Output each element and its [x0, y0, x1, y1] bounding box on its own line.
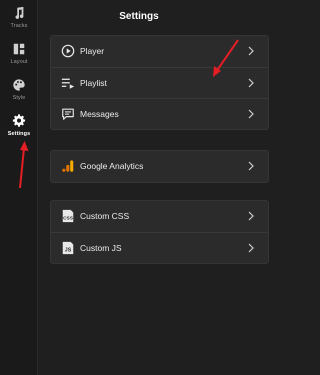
chevron-right-icon	[248, 161, 254, 171]
svg-text:JS: JS	[65, 248, 72, 254]
settings-row-custom-css[interactable]: CSS Custom CSS	[51, 201, 268, 232]
settings-row-label: Google Analytics	[80, 161, 144, 171]
page-title: Settings	[119, 11, 159, 22]
chevron-right-icon	[248, 78, 254, 88]
rail-label-settings: Settings	[7, 131, 31, 137]
settings-row-label: Messages	[80, 109, 119, 119]
settings-row-playlist[interactable]: Playlist	[51, 67, 268, 98]
svg-text:CSS: CSS	[63, 216, 74, 222]
settings-group-analytics: Google Analytics	[50, 150, 269, 183]
rail-label-style: Style	[12, 95, 26, 101]
side-rail: Tracks Layout Style Settings	[0, 0, 38, 375]
rail-label-tracks: Tracks	[10, 23, 28, 29]
settings-row-google-analytics[interactable]: Google Analytics	[51, 151, 268, 182]
message-icon	[62, 108, 74, 120]
chevron-right-icon	[248, 211, 254, 221]
rail-item-settings[interactable]: Settings	[0, 112, 38, 148]
analytics-icon	[62, 160, 74, 172]
rail-item-tracks[interactable]: Tracks	[0, 4, 38, 40]
settings-row-label: Custom CSS	[80, 211, 130, 221]
playlist-icon	[61, 78, 75, 89]
rail-item-style[interactable]: Style	[0, 76, 38, 112]
settings-row-player[interactable]: Player	[51, 36, 268, 67]
music-note-icon	[15, 6, 24, 19]
js-icon: JS	[62, 241, 74, 255]
play-circle-icon	[61, 44, 75, 58]
layout-icon	[13, 43, 25, 55]
settings-group-custom-code: CSS Custom CSS JS Custom JS	[50, 200, 269, 264]
css-icon: CSS	[62, 209, 74, 223]
settings-row-label: Player	[80, 46, 105, 56]
settings-row-label: Playlist	[80, 78, 107, 88]
chevron-right-icon	[248, 109, 254, 119]
rail-item-layout[interactable]: Layout	[0, 40, 38, 76]
chevron-right-icon	[248, 46, 254, 56]
palette-icon	[13, 79, 25, 91]
gear-icon	[12, 114, 26, 127]
settings-row-label: Custom JS	[80, 243, 122, 253]
rail-label-layout: Layout	[10, 59, 28, 65]
settings-panel: Settings Player Playlist Messages Google…	[38, 0, 269, 375]
settings-row-messages[interactable]: Messages	[51, 98, 268, 129]
settings-row-custom-js[interactable]: JS Custom JS	[51, 232, 268, 263]
chevron-right-icon	[248, 243, 254, 253]
settings-group-general: Player Playlist Messages	[50, 35, 269, 130]
